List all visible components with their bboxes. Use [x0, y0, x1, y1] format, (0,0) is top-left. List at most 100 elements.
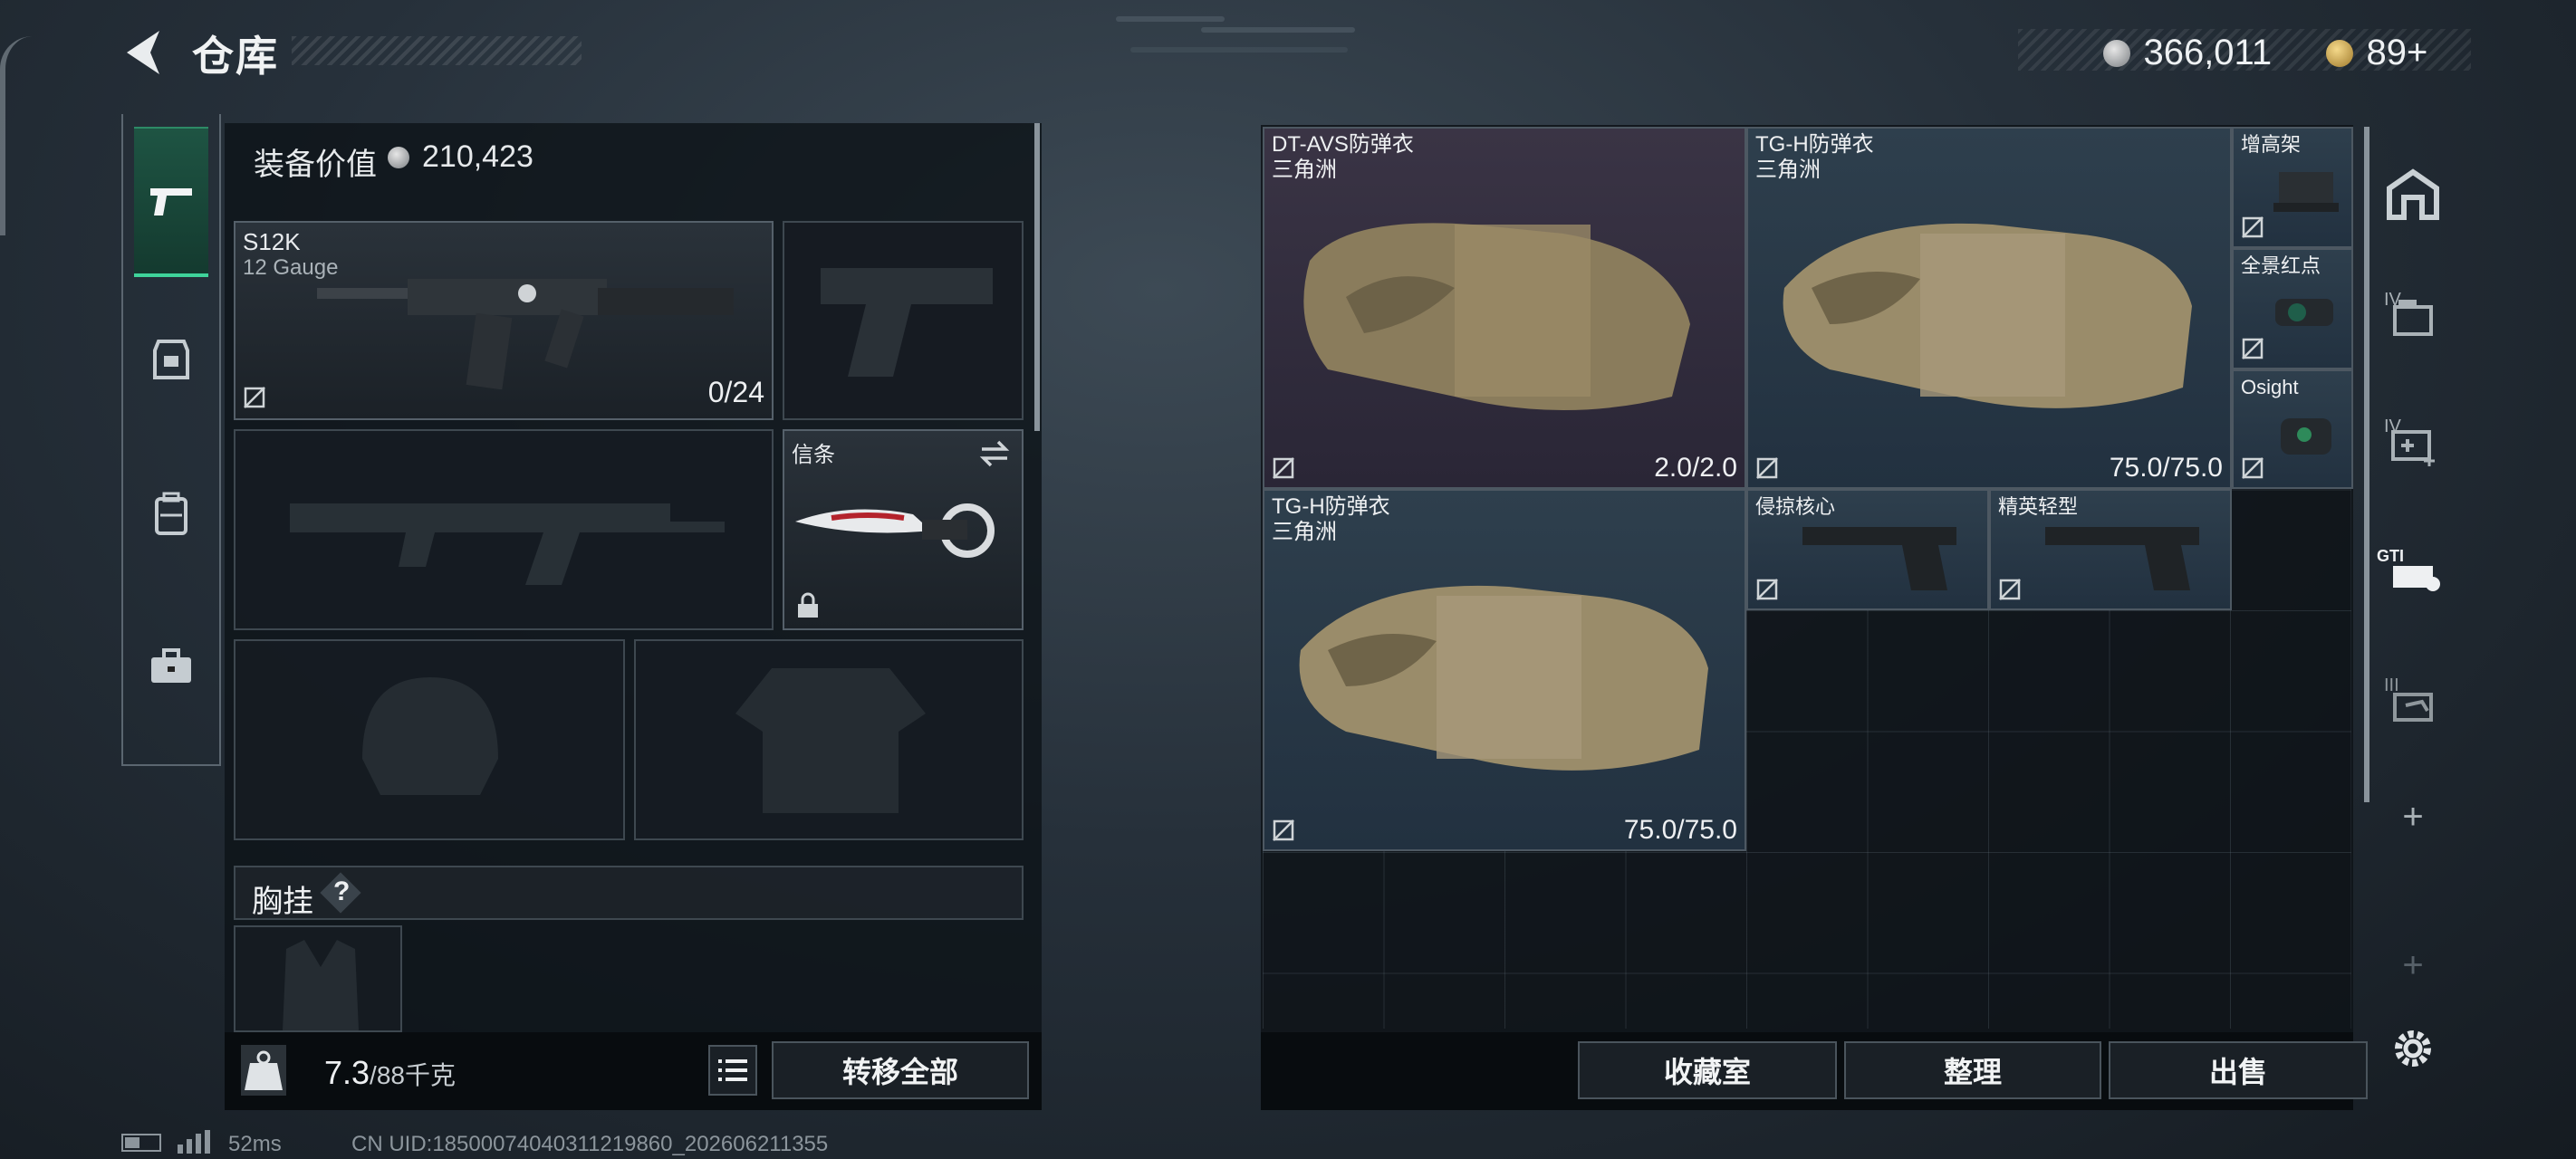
- gold-currency[interactable]: 89+: [2326, 33, 2427, 73]
- item-name: 全景红点: [2241, 254, 2321, 277]
- storage-item-armor[interactable]: TG-H防弹衣 三角洲 75.0/75.0: [1263, 489, 1746, 851]
- tab-storage-level-iii[interactable]: III: [2366, 639, 2460, 766]
- armor-icon: [153, 340, 189, 379]
- knife-image: [795, 503, 995, 558]
- body-armor-image: [1299, 585, 1708, 771]
- storage-item-sight[interactable]: 全景红点: [2232, 248, 2353, 369]
- uid-text: CN UID:1850007404031121986​0_20260621135…: [351, 1132, 829, 1156]
- tab-warehouse[interactable]: [2366, 130, 2460, 257]
- tab-storage-level-iv[interactable]: IV: [2366, 254, 2460, 380]
- storage-item-stock[interactable]: 精英轻型: [1989, 489, 2232, 610]
- briefcase-icon: [151, 648, 191, 683]
- level-label: IV: [2384, 417, 2401, 436]
- storage-item-armor[interactable]: TG-H防弹衣 三角洲 75.0/75.0: [1746, 127, 2232, 489]
- collection-room-button[interactable]: 收藏室: [1578, 1041, 1837, 1099]
- item-name: DT-AVS防弹衣: [1272, 132, 1414, 157]
- transfer-all-button[interactable]: 转移全部: [772, 1041, 1029, 1099]
- chest-rig-slot[interactable]: [234, 925, 402, 1032]
- background-streak: [1130, 47, 1348, 53]
- melee-slot[interactable]: 信条: [783, 429, 1024, 630]
- storage-item-mount[interactable]: 增高架: [2232, 127, 2353, 248]
- not-tradable-icon: [1999, 579, 2021, 600]
- back-button[interactable]: [120, 27, 167, 78]
- item-durability: 75.0/75.0: [1623, 815, 1737, 845]
- add-tab-button[interactable]: +: [2366, 771, 2460, 862]
- weight-icon-box: [241, 1045, 286, 1096]
- level-label: III: [2384, 675, 2399, 695]
- chest-rig-silhouette-icon: [283, 940, 359, 1030]
- background-arc: [0, 36, 33, 235]
- item-durability: 2.0/2.0: [1654, 453, 1737, 483]
- helmet-slot[interactable]: [234, 639, 625, 840]
- silver-currency: 366,011: [2103, 33, 2272, 73]
- background-streak: [1116, 16, 1225, 22]
- stock-image: [1802, 527, 1956, 590]
- sort-button[interactable]: 整理: [1844, 1041, 2101, 1099]
- item-origin: 三角洲: [1755, 158, 1821, 182]
- storage-item-sight[interactable]: Osight: [2232, 369, 2353, 489]
- not-tradable-icon: [1756, 579, 1778, 600]
- not-tradable-icon: [244, 387, 265, 408]
- rifle-silhouette-icon: [290, 503, 725, 585]
- back-arrow-icon: [127, 31, 159, 74]
- background-streak: [1201, 27, 1355, 33]
- tab-backpack[interactable]: [134, 442, 208, 587]
- item-name: 增高架: [2241, 133, 2302, 156]
- loadout-value-label: 装备价值: [254, 148, 377, 182]
- sell-button[interactable]: 出售: [2109, 1041, 2368, 1099]
- item-name: Osight: [2241, 376, 2299, 398]
- item-durability: 75.0/75.0: [2109, 453, 2223, 483]
- chest-rig-label: 胸挂: [252, 885, 313, 919]
- settings-button[interactable]: [2389, 1025, 2437, 1077]
- tab-storage-level-iv-medical[interactable]: IV: [2366, 380, 2460, 507]
- backpack-icon: [155, 492, 187, 535]
- list-view-button[interactable]: [708, 1045, 757, 1096]
- primary-weapon-slot[interactable]: S12K 12 Gauge 0/24: [234, 221, 774, 420]
- storage-item-stock[interactable]: 侵掠核心: [1746, 489, 1989, 610]
- pistol-silhouette-icon: [821, 268, 993, 377]
- tab-helmet-armor[interactable]: [134, 288, 208, 433]
- osight-image: [2281, 418, 2331, 455]
- ammo-count: 0/24: [707, 376, 764, 408]
- chest-rig-header: 胸挂 ?: [234, 866, 1024, 920]
- carry-weight: 7.3/88千克: [324, 1054, 456, 1092]
- title-decoration: [292, 36, 582, 65]
- tab-gti[interactable]: GTI: [2366, 507, 2460, 634]
- tab-weapons[interactable]: [134, 127, 208, 277]
- not-tradable-icon: [2242, 457, 2264, 479]
- shotgun-image: [317, 279, 734, 389]
- list-icon: [718, 1059, 747, 1081]
- add-tab-button-disabled[interactable]: +: [2366, 920, 2460, 1011]
- body-armor-image: [1303, 223, 1690, 410]
- loadout-value: 210,423: [422, 139, 533, 174]
- rifle-slot[interactable]: [234, 429, 774, 630]
- melee-name: 信条: [792, 443, 835, 467]
- silver-coin-icon: [388, 147, 409, 168]
- gold-coin-icon: [2326, 39, 2353, 67]
- gti-label: GTI: [2377, 547, 2404, 565]
- battery-icon: [121, 1134, 161, 1152]
- not-tradable-icon: [2242, 216, 2264, 238]
- armor-silhouette-icon: [735, 668, 926, 813]
- not-tradable-icon: [1273, 819, 1294, 841]
- silver-amount: 366,011: [2143, 33, 2273, 72]
- secondary-weapon-slot[interactable]: [783, 221, 1024, 420]
- not-tradable-icon: [1756, 457, 1778, 479]
- carry-weight-current: 7.3: [324, 1054, 370, 1091]
- not-tradable-icon: [2242, 338, 2264, 359]
- riser-mount-image: [2273, 172, 2339, 212]
- swap-icon[interactable]: [978, 438, 1011, 469]
- page-title: 仓库: [192, 33, 279, 80]
- storage-item-armor[interactable]: DT-AVS防弹衣 三角洲 2.0/2.0: [1263, 127, 1746, 489]
- lock-icon: [798, 592, 818, 618]
- body-armor-slot[interactable]: [634, 639, 1024, 840]
- silver-coin-icon: [2103, 39, 2130, 67]
- gear-icon: [2395, 1030, 2431, 1067]
- body-armor-image: [1783, 223, 2192, 408]
- red-dot-sight-image: [2275, 299, 2333, 326]
- weapon-name: S12K: [243, 228, 301, 255]
- weight-kg-icon: [245, 1050, 283, 1090]
- loadout-scrollbar[interactable]: [1034, 123, 1040, 431]
- help-icon: ?: [333, 876, 351, 906]
- tab-case[interactable]: [134, 594, 208, 739]
